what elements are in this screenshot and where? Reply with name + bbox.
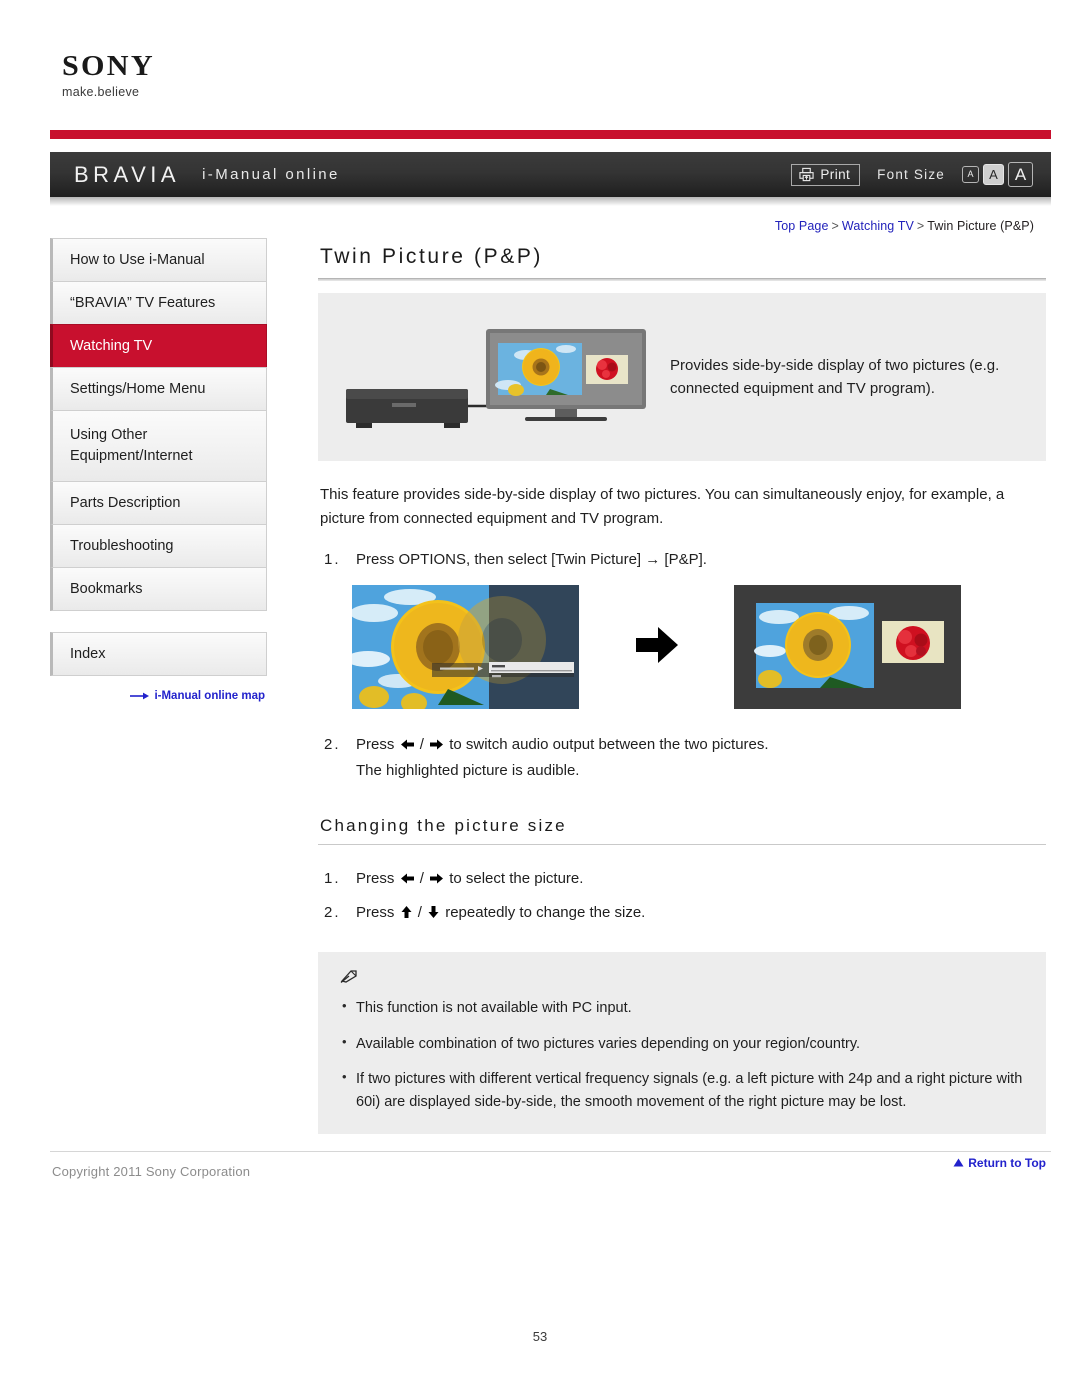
step-text-after: to select the picture. <box>449 869 584 887</box>
step-item: 1. Press OPTIONS, then select [Twin Pict… <box>324 548 1046 571</box>
sidebar-item-using-other-equipment[interactable]: Using Other Equipment/Internet <box>50 410 267 483</box>
sidebar-item-parts-description[interactable]: Parts Description <box>50 481 267 526</box>
left-arrow-key-icon <box>400 738 419 755</box>
print-button[interactable]: Print <box>791 163 861 186</box>
breadcrumb-item-current: Twin Picture (P&P) <box>927 219 1034 233</box>
main-content: Twin Picture (P&P) Provides side-by-side… <box>318 245 1046 1170</box>
step-number: 1. <box>324 551 341 569</box>
notes-panel: This function is not available with PC i… <box>318 952 1046 1135</box>
note-item: This function is not available with PC i… <box>340 996 1024 1020</box>
note-item: Available combination of two pictures va… <box>340 1032 1024 1056</box>
imanual-online-map-label: i-Manual online map <box>154 690 265 703</box>
intro-figure <box>340 311 670 443</box>
right-arrow-key-icon <box>425 738 448 755</box>
step-item: 1. Press / to select the picture. <box>324 867 1046 892</box>
sidebar-item-troubleshooting[interactable]: Troubleshooting <box>50 524 267 569</box>
bravia-wordmark: BRAVIA <box>74 161 181 187</box>
step-text-before: Press <box>356 904 395 922</box>
printer-icon <box>799 167 815 182</box>
font-size-small-button[interactable]: A <box>962 166 979 183</box>
step-number: 2. <box>324 736 341 754</box>
step-text: Press / to switch audio output between t… <box>356 733 769 782</box>
note-pencil-icon <box>340 968 1024 989</box>
screenshot-after <box>734 585 961 710</box>
sony-tagline: make.believe <box>62 85 140 99</box>
steps-list-audio: 2. Press / to switch audio output betwee… <box>318 733 1046 782</box>
imanual-online-title: i-Manual online <box>202 166 340 183</box>
down-arrow-key-icon <box>423 906 444 923</box>
up-arrow-key-icon <box>400 906 417 923</box>
step-number: 1. <box>324 869 341 887</box>
return-to-top-label: Return to Top <box>968 1156 1046 1171</box>
breadcrumb-separator: > <box>916 219 925 233</box>
sidebar-item-watching-tv[interactable]: Watching TV <box>50 324 267 368</box>
arrow-right-icon <box>130 691 150 701</box>
right-arrow-key-icon <box>425 872 448 889</box>
triangle-up-icon <box>953 1156 964 1170</box>
copyright-text: Copyright 2011 Sony Corporation <box>52 1164 251 1179</box>
step-text: Press OPTIONS, then select [Twin Picture… <box>356 551 707 569</box>
breadcrumb-item-watching-tv[interactable]: Watching TV <box>842 219 914 233</box>
breadcrumb-item-top-page[interactable]: Top Page <box>775 219 829 233</box>
icon-separator: / <box>419 736 424 754</box>
sony-logo: SONY make.believe <box>62 52 153 100</box>
return-to-top-link[interactable]: Return to Top <box>318 1156 1046 1170</box>
font-size-large-button[interactable]: A <box>1008 162 1033 187</box>
step-text-line2: The highlighted picture is audible. <box>356 761 580 779</box>
header-shadow <box>50 197 1051 206</box>
title-divider <box>318 278 1046 281</box>
step-text-after: to switch audio output between the two p… <box>449 736 769 754</box>
sidebar-item-bookmarks[interactable]: Bookmarks <box>50 567 267 612</box>
breadcrumb: Top Page > Watching TV > Twin Picture (P&P) <box>775 219 1034 233</box>
header-tools: Print Font Size A A A <box>791 162 1033 187</box>
step-item: 2. Press / repeatedly to change the size… <box>324 901 1046 926</box>
print-button-label: Print <box>820 166 851 182</box>
left-arrow-key-icon <box>400 872 419 889</box>
step-text: Press / to select the picture. <box>356 869 584 889</box>
intro-text: Provides side-by-side display of two pic… <box>670 356 1000 397</box>
red-accent-bar <box>50 130 1051 139</box>
step-text: Press / repeatedly to change the size. <box>356 904 646 923</box>
subsection-title: Changing the picture size <box>320 815 567 835</box>
font-size-group: A A A <box>962 162 1033 187</box>
steps-list-picture-size: 1. Press / to select the picture. 2. Pre… <box>318 867 1046 927</box>
sidebar-item-bravia-tv-features[interactable]: “BRAVIA” TV Features <box>50 281 267 325</box>
screenshot-before <box>352 585 579 710</box>
figure-row <box>318 585 1046 710</box>
step-text-before: Press <box>356 869 395 887</box>
sidebar-item-index[interactable]: Index <box>50 632 267 677</box>
steps-list-main: 1. Press OPTIONS, then select [Twin Pict… <box>318 548 1046 571</box>
font-size-medium-button[interactable]: A <box>983 164 1004 185</box>
arrow-right-bold-icon <box>634 625 680 670</box>
sony-wordmark: SONY <box>62 50 155 82</box>
site-header: BRAVIA i-Manual online Print Font Size A… <box>50 152 1051 197</box>
body-paragraph: This feature provides side-by-side displ… <box>320 486 1005 527</box>
sidebar-nav: How to Use i-Manual “BRAVIA” TV Features… <box>50 238 267 702</box>
transition-arrow <box>579 625 734 670</box>
sidebar-item-settings-home-menu[interactable]: Settings/Home Menu <box>50 367 267 411</box>
intro-panel: Provides side-by-side display of two pic… <box>318 293 1046 461</box>
sidebar-item-how-to-use[interactable]: How to Use i-Manual <box>50 238 267 282</box>
breadcrumb-separator: > <box>831 219 839 233</box>
notes-list: This function is not available with PC i… <box>340 996 1024 1114</box>
page-title: Twin Picture (P&P) <box>320 245 544 268</box>
step-text-before: Press <box>356 736 395 754</box>
step-item: 2. Press / to switch audio output betwee… <box>324 733 1046 782</box>
page-number: 53 <box>532 1329 548 1344</box>
note-item: If two pictures with different vertical … <box>340 1067 1024 1114</box>
subsection-divider <box>318 843 1046 845</box>
font-size-label: Font Size <box>877 167 945 182</box>
footer-divider <box>50 1151 1051 1152</box>
imanual-online-map-link[interactable]: i-Manual online map <box>50 690 267 702</box>
step-text-after: repeatedly to change the size. <box>445 904 646 922</box>
step-number: 2. <box>324 904 341 922</box>
